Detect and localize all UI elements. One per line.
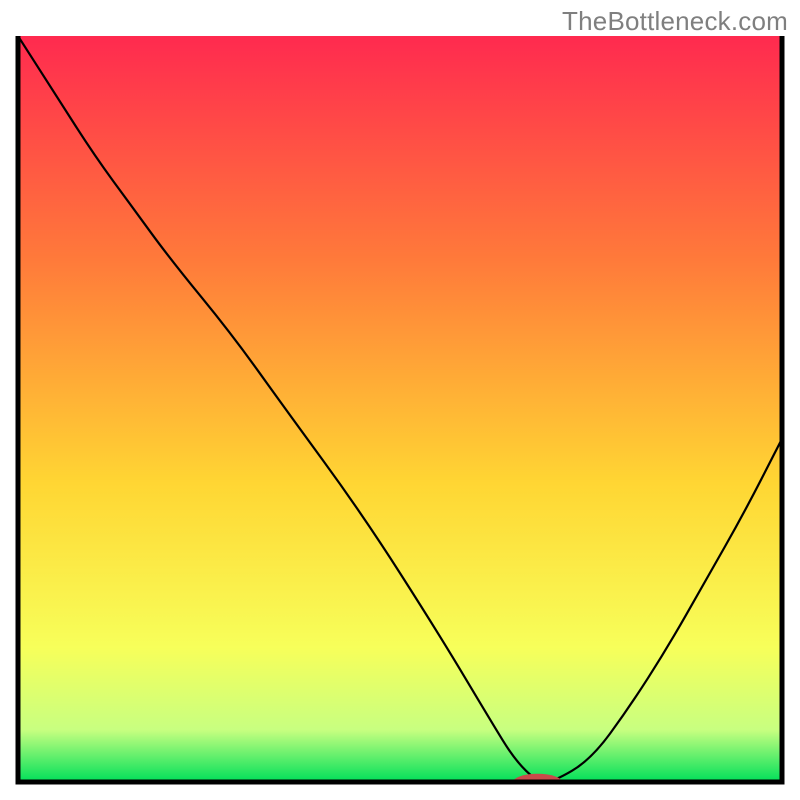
plot-gradient-background <box>18 36 782 782</box>
bottleneck-chart <box>0 0 800 800</box>
